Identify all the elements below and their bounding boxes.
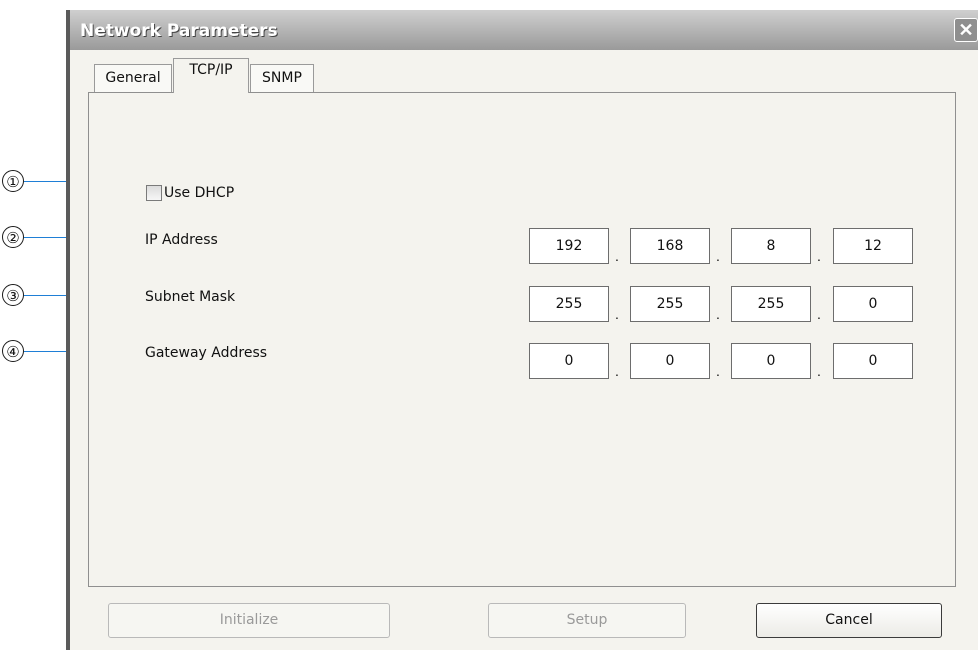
octet-separator: . [716,248,720,264]
ip-address-label: IP Address [145,232,218,248]
callout-number: ③ [2,284,24,306]
initialize-button[interactable]: Initialize [108,603,390,638]
ip-octet-1-field[interactable]: 192 [529,228,609,264]
subnet-octet-1-field[interactable]: 255 [529,286,609,322]
tab-tcpip[interactable]: TCP/IP [173,58,249,93]
gateway-octet-2-field[interactable]: 0 [630,343,710,379]
callout-number: ② [2,226,24,248]
tab-label: TCP/IP [189,62,233,78]
octet-separator: . [615,306,619,322]
octet-separator: . [817,363,821,379]
ip-octet-4-field[interactable]: 12 [833,228,913,264]
ip-octet-2-field[interactable]: 168 [630,228,710,264]
ip-octet-3-field[interactable]: 8 [731,228,811,264]
setup-button[interactable]: Setup [488,603,686,638]
octet-separator: . [716,306,720,322]
title-bar: Network Parameters ✕ [70,10,978,50]
close-icon: ✕ [958,20,974,40]
octet-separator: . [615,363,619,379]
octet-separator: . [817,306,821,322]
callout-number: ④ [2,340,24,362]
octet-separator: . [716,363,720,379]
gateway-octet-4-field[interactable]: 0 [833,343,913,379]
tab-general[interactable]: General [94,64,172,92]
use-dhcp-checkbox[interactable] [146,185,162,201]
gateway-address-label: Gateway Address [145,345,268,361]
use-dhcp-label: Use DHCP [164,185,235,201]
callout-number: ① [2,170,24,192]
octet-separator: . [615,248,619,264]
tab-label: SNMP [262,70,302,86]
octet-separator: . [817,248,821,264]
gateway-octet-1-field[interactable]: 0 [529,343,609,379]
subnet-octet-2-field[interactable]: 255 [630,286,710,322]
network-parameters-dialog: Network Parameters ✕ General TCP/IP SNMP… [66,10,978,650]
subnet-octet-3-field[interactable]: 255 [731,286,811,322]
subnet-octet-4-field[interactable]: 0 [833,286,913,322]
subnet-mask-label: Subnet Mask [145,289,236,305]
cancel-button[interactable]: Cancel [756,603,942,638]
window-title: Network Parameters [80,21,278,41]
tcpip-panel: Use DHCP IP Address 192 . 168 . 8 . 12 S… [88,92,956,587]
tab-snmp[interactable]: SNMP [250,64,314,92]
close-button[interactable]: ✕ [954,18,978,42]
tab-label: General [105,70,161,86]
gateway-octet-3-field[interactable]: 0 [731,343,811,379]
